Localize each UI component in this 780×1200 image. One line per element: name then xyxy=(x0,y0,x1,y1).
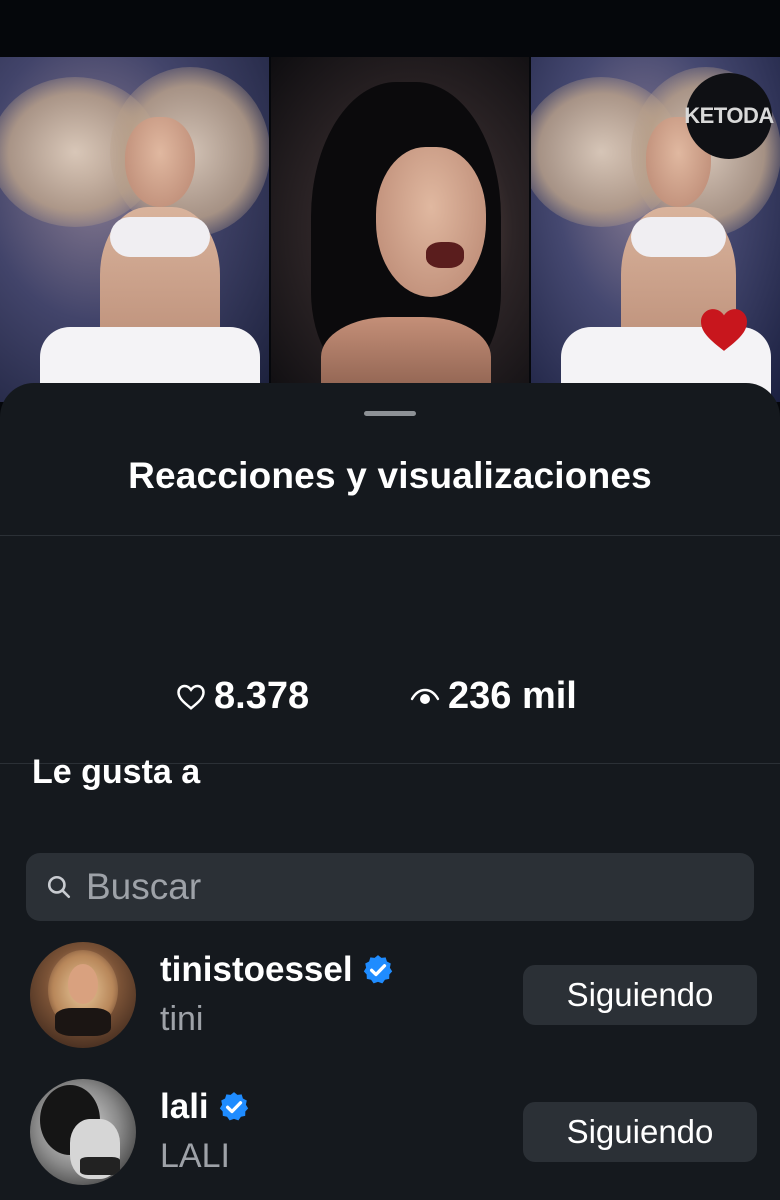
watermark-badge: KETODA xyxy=(684,73,774,159)
photo-face-shape xyxy=(375,147,486,297)
liker-row-tinistoessel[interactable]: tinistoessel tini Siguiendo xyxy=(0,938,780,1048)
username-line: lali xyxy=(160,1087,251,1127)
avatar-shorts-shape xyxy=(80,1157,120,1175)
avatar-top-shape xyxy=(55,1008,111,1036)
reactions-bottom-sheet: Reacciones y visualizaciones 8.378 236 m… xyxy=(0,383,780,1200)
avatar-face-shape xyxy=(68,964,98,1004)
search-input[interactable] xyxy=(86,866,706,908)
search-box[interactable] xyxy=(26,853,754,921)
story-preview-strip[interactable]: KETODA xyxy=(0,57,780,402)
heart-icon xyxy=(701,309,747,351)
views-stat: 236 mil xyxy=(410,675,577,718)
following-button[interactable]: Siguiendo xyxy=(523,965,757,1025)
likes-count: 8.378 xyxy=(214,675,310,717)
display-name: tini xyxy=(160,1000,204,1038)
avatar[interactable] xyxy=(30,942,136,1048)
photo-top-shape xyxy=(631,217,727,257)
photo-face-shape xyxy=(125,117,195,207)
verified-badge-icon xyxy=(219,1092,248,1121)
sheet-title: Reacciones y visualizaciones xyxy=(128,455,652,496)
status-bar-area xyxy=(0,0,780,57)
sheet-grabber-handle[interactable] xyxy=(364,411,416,416)
following-button[interactable]: Siguiendo xyxy=(523,1102,757,1162)
username-line: tinistoessel xyxy=(160,950,395,990)
heart-outline-icon xyxy=(177,684,205,710)
stats-row: 8.378 236 mil xyxy=(0,675,780,725)
username[interactable]: tinistoessel xyxy=(160,950,353,990)
photo-top-shape xyxy=(110,217,210,257)
search-icon xyxy=(47,875,71,899)
display-name: LALI xyxy=(160,1137,230,1175)
watermark-text: KETODA xyxy=(684,103,774,128)
story-preview-2[interactable] xyxy=(268,57,532,402)
username[interactable]: lali xyxy=(160,1087,209,1127)
views-count: 236 mil xyxy=(448,675,577,717)
liker-row-lali[interactable]: lali LALI Siguiendo xyxy=(0,1075,780,1185)
photo-mouth-shape xyxy=(425,242,464,268)
story-preview-1[interactable] xyxy=(0,57,269,402)
avatar[interactable] xyxy=(30,1079,136,1185)
verified-badge-icon xyxy=(363,955,392,984)
eye-icon xyxy=(410,688,440,704)
likes-section-label: Le gusta a xyxy=(32,753,201,791)
divider xyxy=(0,535,780,536)
likes-stat: 8.378 xyxy=(176,675,309,718)
